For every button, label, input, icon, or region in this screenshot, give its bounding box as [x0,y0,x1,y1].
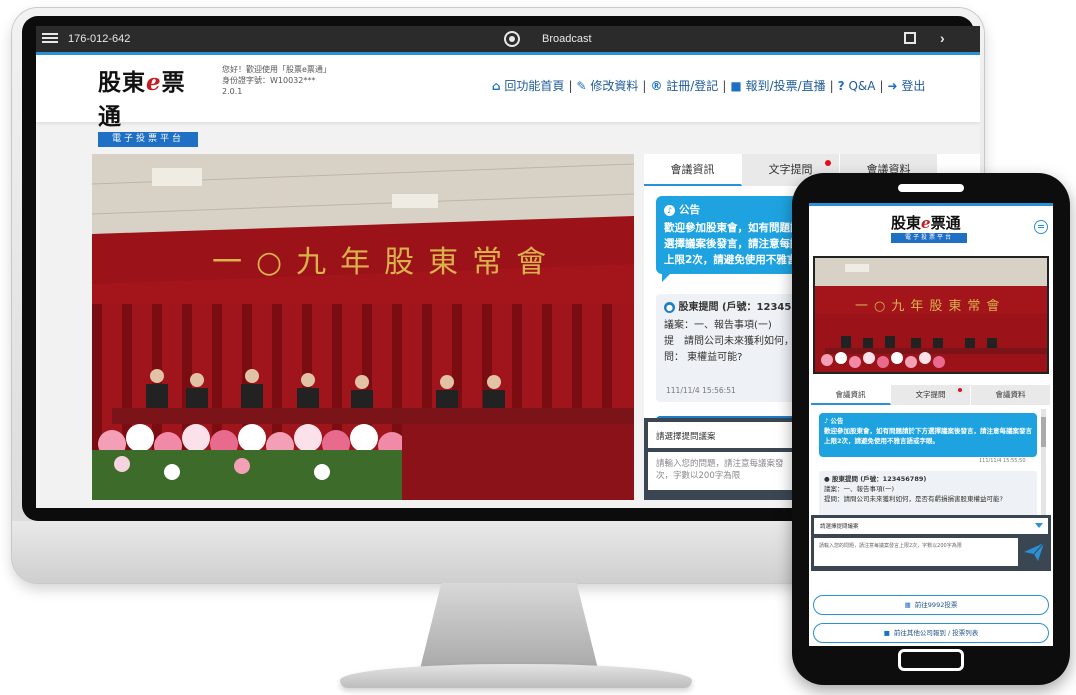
nav-logout[interactable]: ➜ 登出 [888,79,926,93]
mobile-question-input[interactable]: 請輸入您的問題，請注意每議案發言上限2次，字數以200字為限 [814,538,1018,566]
logout-icon: ➜ [887,79,898,93]
monitor-stand-base [340,664,692,688]
mobile-question-composer: 請選擇提問議案 請輸入您的問題，請注意每議案發言上限2次，字數以200字為限 [811,515,1051,571]
user-icon: ● [664,302,675,313]
phone-speaker [898,184,964,192]
nav-edit-profile[interactable]: ✎ 修改資料 [576,79,638,93]
monitor-stand [420,583,598,669]
vote-icon: ▦ [904,601,911,609]
phone-home-button[interactable] [898,649,964,671]
mobile-question-card: ● 股東提問 (戶號：123456789) 議案：一、報告事項(一) 提問：請問… [819,471,1037,517]
logo-subtitle: 電子投票平台 [98,132,198,147]
mobile-tab-text-question[interactable]: 文字提問 [891,385,971,405]
nav-vote-live[interactable]: ■ 報到/投票/直播 [730,79,825,93]
fullscreen-icon[interactable] [904,32,916,44]
chevron-right-icon[interactable]: › [940,30,945,46]
phone-number: 176-012-642 [68,33,131,45]
site-header: 股東e票通 電子投票平台 您好！歡迎使用「股票e票通」 身份證字號：W10032… [36,52,980,147]
mobile-screen: 股東e票通 電子投票平台 一○九年股東常會 會議資訊 文字提問 會議資料 ♪ 公… [809,203,1053,646]
mobile-announcement: ♪ 公告 歡迎參加股東會，如有問題請於下方選擇議案後發言，請注意每議案發言上限2… [819,413,1037,457]
chevron-down-icon [1035,523,1043,528]
help-icon: ? [837,79,845,93]
stage-banner: 一○九年股東常會 [212,245,560,280]
mobile-header: 股東e票通 電子投票平台 [809,203,1053,247]
mobile-topic-select[interactable]: 請選擇提問議案 [814,518,1048,534]
welcome-greeting: 您好！歡迎使用「股票e票通」 [222,65,331,74]
user-id: 身份證字號：W10032*** [222,76,316,85]
live-stream-video[interactable]: 一○九年股東常會 [92,154,634,500]
mobile-unread-dot [958,388,962,392]
broadcast-label: Broadcast [542,33,592,45]
mobile-bell-icon: ♪ [824,417,829,425]
mobile-tab-meeting-docs[interactable]: 會議資料 [971,385,1051,405]
question-timestamp: 111/11/4 15:56:51 [666,386,736,395]
version: 2.0.1 [222,87,243,96]
mobile-scrollbar[interactable] [1041,409,1046,519]
mobile-brand-logo[interactable]: 股東e票通 電子投票平台 [891,212,967,243]
tab-meeting-info[interactable]: 會議資訊 [644,154,742,186]
other-company-button[interactable]: ■ 前往其他公司報到 / 投票列表 [813,623,1049,643]
hamburger-menu-icon[interactable] [42,31,58,45]
meeting-stage-image: 一○九年股東常會 [92,154,634,500]
logo-text: 股東e票通 [98,69,186,130]
mobile-phone: 股東e票通 電子投票平台 一○九年股東常會 會議資訊 文字提問 會議資料 ♪ 公… [792,173,1070,685]
mobile-menu-icon[interactable] [1034,220,1048,234]
mobile-stage-image: 一○九年股東常會 [815,258,1047,372]
unread-dot [825,160,831,166]
home-icon: ⌂ [492,79,501,93]
svg-text:一○九年股東常會: 一○九年股東常會 [855,298,1005,314]
mobile-live-stream[interactable]: 一○九年股東常會 [813,256,1049,374]
mobile-announcement-body: 歡迎參加股東會，如有問題請於下方選擇議案後發言，請注意每議案發言上限2次，請避免… [824,427,1032,445]
edit-icon: ✎ [576,79,587,93]
mobile-notice-timestamp: 111/11/4 15:55:50 [979,458,1026,464]
nav-register[interactable]: ® 註冊/登記 [650,79,718,93]
bell-icon: ♪ [664,204,675,216]
main-nav: ⌂ 回功能首頁 | ✎ 修改資料 | ® 註冊/登記 | ■ 報到/投票/直播 |? Q&A |… [492,79,926,93]
question-title: 股東提問 (戶號：1234567 [678,302,806,313]
broadcast-icon [504,31,520,47]
announcement-title: 公告 [679,204,700,216]
nav-home[interactable]: ⌂ 回功能首頁 [492,79,564,93]
list-icon: ■ [883,629,890,637]
send-icon[interactable] [1023,542,1045,562]
brand-logo[interactable]: 股東e票通 電子投票平台 [98,63,208,147]
nav-qa[interactable]: ? Q&A [838,79,876,93]
go-vote-button[interactable]: ▦ 前往9992投票 [813,595,1049,615]
broadcast-toolbar: 176-012-642 Broadcast › [36,26,980,52]
mobile-user-icon: ● [824,475,830,483]
mobile-tab-meeting-info[interactable]: 會議資訊 [811,385,891,405]
mobile-panel-tabs: 會議資訊 文字提問 會議資料 [811,385,1051,405]
vote-icon: ■ [730,79,742,93]
welcome-info: 您好！歡迎使用「股票e票通」 身份證字號：W10032*** 2.0.1 [222,64,331,97]
register-icon: ® [650,79,663,93]
